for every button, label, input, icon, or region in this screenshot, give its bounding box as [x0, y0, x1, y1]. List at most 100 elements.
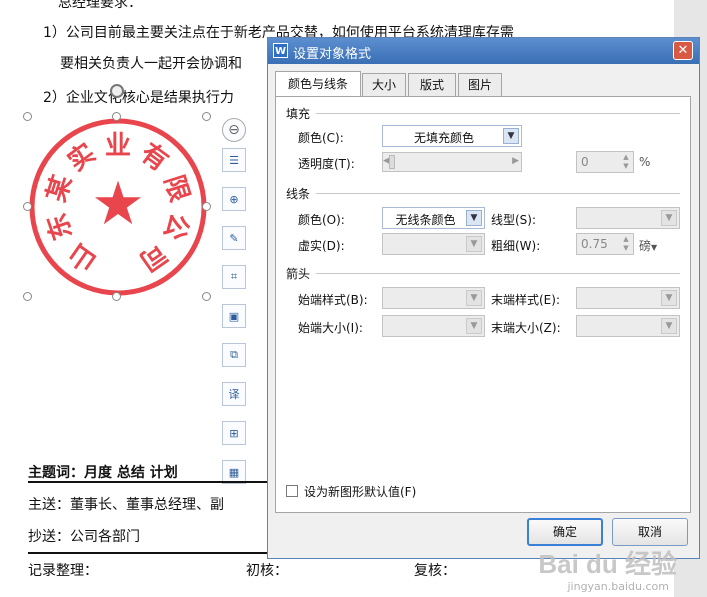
- fill-color-label: 颜色(C):: [298, 131, 344, 145]
- seal-character: 东: [41, 209, 79, 244]
- picture-frame-icon[interactable]: ▣: [222, 304, 246, 328]
- seal-character: 限: [158, 172, 194, 206]
- resize-handle-sw[interactable]: [23, 292, 32, 301]
- line-color-value: 无线条颜色: [395, 213, 456, 227]
- transparency-value: 0: [581, 155, 589, 169]
- section-line-title: 线条: [286, 187, 311, 201]
- dash-label: 虚实(D):: [298, 239, 345, 253]
- cc-line: 抄送：公司各部门: [28, 529, 140, 545]
- dash-select[interactable]: ▼: [382, 233, 485, 255]
- slider-right-arrow-icon: ▶: [512, 156, 519, 166]
- chevron-down-icon: ▼: [661, 290, 677, 306]
- section-fill-title: 填充: [286, 107, 311, 121]
- weight-unit-text: 磅: [639, 239, 652, 253]
- line-color-select[interactable]: 无线条颜色 ▼: [382, 207, 485, 229]
- crop-icon[interactable]: ⌗: [222, 265, 246, 289]
- weight-value: 0.75: [581, 237, 608, 251]
- tab-panel: 填充 颜色(C): 无填充颜色 ▼ 透明度(T): ◀ ▶ 0 ▲ ▼ % 线条 …: [275, 96, 691, 513]
- seal-character: 业: [105, 131, 131, 161]
- recheck-label: 复核：: [414, 563, 456, 579]
- percent-unit: %: [639, 155, 651, 169]
- transparency-spinner[interactable]: 0 ▲ ▼: [576, 151, 634, 173]
- transparency-label: 透明度(T):: [298, 157, 355, 171]
- begin-size-select[interactable]: ▼: [382, 315, 485, 337]
- slider-thumb[interactable]: [389, 155, 395, 169]
- tab-picture[interactable]: 图片: [458, 73, 502, 96]
- weight-unit[interactable]: 磅▼: [639, 237, 657, 254]
- chevron-down-icon: ▼: [651, 243, 658, 252]
- section-divider: [316, 113, 680, 114]
- resize-handle-w[interactable]: [23, 202, 32, 211]
- add-image-icon[interactable]: ⊞: [222, 421, 246, 445]
- chevron-down-icon: ▼: [661, 210, 677, 226]
- ok-button[interactable]: 确定: [527, 518, 603, 546]
- chevron-down-icon: ▼: [503, 128, 519, 144]
- zoom-in-icon[interactable]: ⊕: [222, 187, 246, 211]
- chevron-down-icon: ▼: [466, 210, 482, 226]
- end-size-select[interactable]: ▼: [576, 315, 680, 337]
- end-size-label: 末端大小(Z):: [491, 321, 561, 335]
- set-default-label[interactable]: 设为新图形默认值(F): [304, 483, 416, 500]
- section-divider: [316, 273, 680, 274]
- set-default-checkbox[interactable]: [286, 485, 298, 497]
- divider: [28, 481, 268, 483]
- doc-text-line: 2）企业文化核心是结果执行力: [43, 90, 234, 106]
- resize-handle-e[interactable]: [202, 202, 211, 211]
- watermark-url: jingyan.baidu.com: [567, 580, 669, 593]
- first-check-label: 初核：: [246, 563, 288, 579]
- wps-app-icon: W: [273, 43, 288, 58]
- format-object-dialog: W 设置对象格式 ✕ 颜色与线条 大小 版式 图片 填充 颜色(C): 无填充颜…: [267, 37, 700, 559]
- wrap-layout-icon[interactable]: ☰: [222, 148, 246, 172]
- resize-handle-ne[interactable]: [202, 112, 211, 121]
- spin-arrows-icon[interactable]: ▲ ▼: [620, 235, 632, 253]
- seal-character: 某: [42, 172, 78, 206]
- tab-layout[interactable]: 版式: [408, 73, 456, 96]
- replace-image-icon[interactable]: ⧉: [222, 343, 246, 367]
- seal-graphic: 山东某实业有限公司 ★: [29, 118, 207, 296]
- fill-color-value: 无填充颜色: [413, 131, 474, 145]
- chevron-down-icon: ▼: [466, 318, 482, 334]
- seal-character: 山: [64, 237, 103, 276]
- end-style-select[interactable]: ▼: [576, 287, 680, 309]
- section-divider: [316, 193, 680, 194]
- rotate-handle-icon[interactable]: [110, 84, 124, 98]
- end-style-label: 末端样式(E):: [491, 293, 560, 307]
- doc-text-line: 总经理要求：: [58, 0, 142, 11]
- line-type-label: 线型(S):: [491, 213, 537, 227]
- translate-image-icon[interactable]: 译: [222, 382, 246, 406]
- fill-color-select[interactable]: 无填充颜色 ▼: [382, 125, 522, 147]
- resize-handle-s[interactable]: [112, 292, 121, 301]
- begin-size-label: 始端大小(I):: [298, 321, 363, 335]
- tab-size[interactable]: 大小: [362, 73, 406, 96]
- begin-style-label: 始端样式(B):: [298, 293, 368, 307]
- baidu-jingyan-watermark: Bai du 经验: [538, 549, 677, 579]
- chevron-down-icon: ▼: [466, 236, 482, 252]
- collapse-icon[interactable]: ⊖: [222, 118, 246, 142]
- chevron-down-icon: ▼: [661, 318, 677, 334]
- dialog-titlebar[interactable]: W 设置对象格式 ✕: [268, 38, 699, 64]
- pen-edit-icon[interactable]: ✎: [222, 226, 246, 250]
- tab-color-lines[interactable]: 颜色与线条: [275, 71, 361, 96]
- cancel-button[interactable]: 取消: [612, 518, 688, 546]
- weight-label: 粗细(W):: [491, 239, 541, 253]
- dialog-title: 设置对象格式: [293, 47, 372, 62]
- resize-handle-nw[interactable]: [23, 112, 32, 121]
- keywords-line: 主题词：月度 总结 计划: [28, 465, 178, 481]
- begin-style-select[interactable]: ▼: [382, 287, 485, 309]
- seal-image[interactable]: 山东某实业有限公司 ★: [28, 117, 208, 297]
- resize-handle-n[interactable]: [112, 112, 121, 121]
- resize-handle-se[interactable]: [202, 292, 211, 301]
- divider: [28, 552, 268, 554]
- seal-character: 司: [134, 237, 173, 276]
- doc-text-line: 要相关负责人一起开会协调和: [60, 56, 242, 72]
- seal-character: 公: [157, 209, 194, 243]
- close-icon[interactable]: ✕: [673, 41, 693, 60]
- section-arrow-title: 箭头: [286, 267, 311, 281]
- recorder-label: 记录整理：: [28, 563, 98, 579]
- chevron-down-icon: ▼: [466, 290, 482, 306]
- line-type-select[interactable]: ▼: [576, 207, 680, 229]
- weight-spinner[interactable]: 0.75 ▲ ▼: [576, 233, 634, 255]
- transparency-slider[interactable]: ◀ ▶: [382, 152, 522, 172]
- to-line: 主送：董事长、董事总经理、副: [28, 497, 224, 513]
- spin-arrows-icon[interactable]: ▲ ▼: [620, 153, 632, 171]
